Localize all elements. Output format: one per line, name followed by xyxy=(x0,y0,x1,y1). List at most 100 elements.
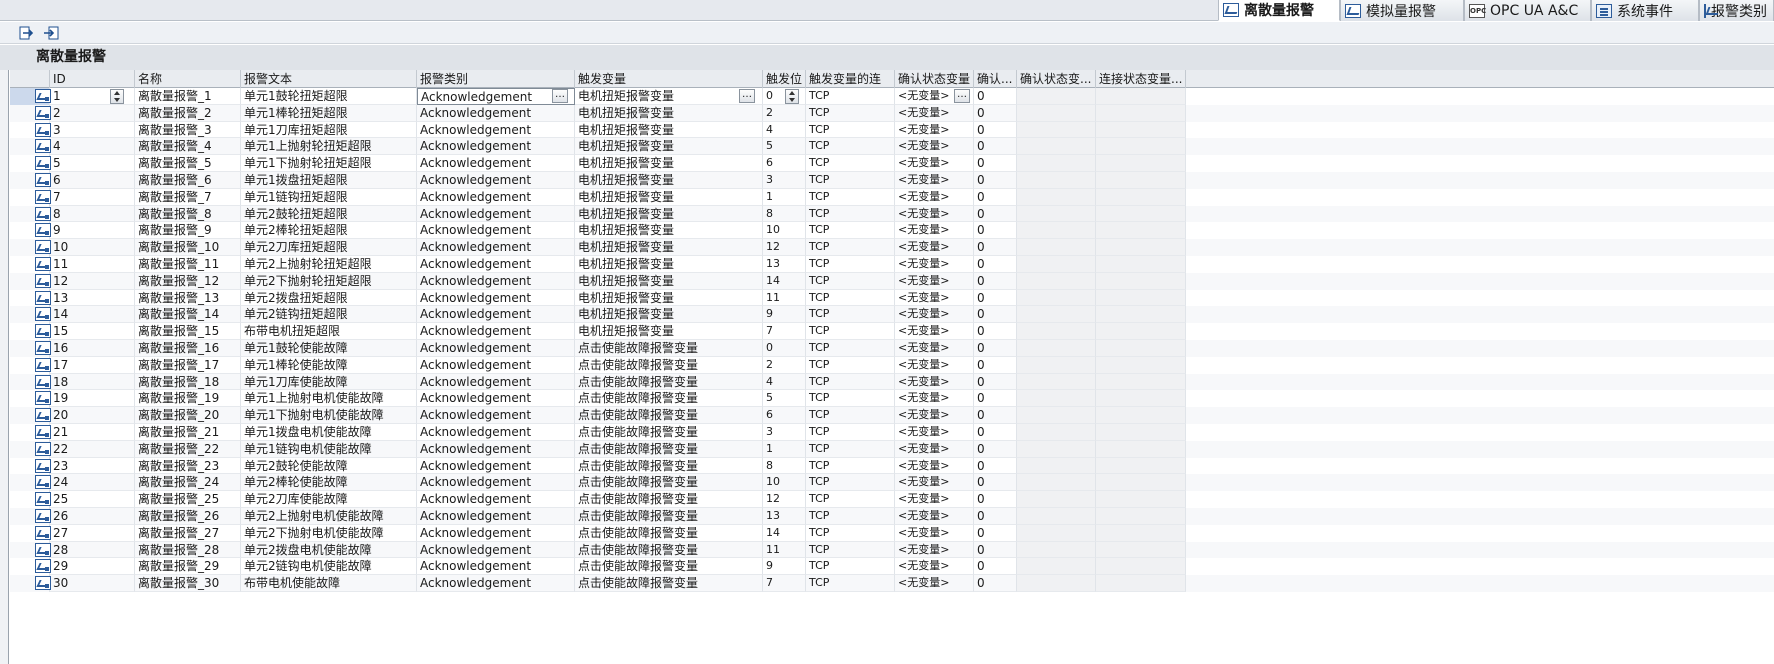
table-row[interactable]: 26 离散量报警_26 单元2上抛射电机使能故障 Acknowledgement 点击使… xyxy=(10,508,1774,525)
cell-ack[interactable]: <无变量> xyxy=(895,440,974,458)
cell-trigger[interactable]: 点击使能故障报警变量 xyxy=(575,474,763,492)
cell-class[interactable]: Acknowledgement xyxy=(417,138,575,156)
cell-ack[interactable]: <无变量> xyxy=(895,172,974,189)
table-row[interactable]: 9 离散量报警_9 单元2棒轮扭矩超限 Acknowledgement 电机扭矩报警变量… xyxy=(10,222,1774,240)
cell-conn[interactable]: TCP xyxy=(806,356,895,374)
cell-ackvar2[interactable] xyxy=(1017,575,1096,592)
cell-ackvar2[interactable] xyxy=(1017,508,1096,525)
cell-text[interactable]: 单元2上抛射轮扭矩超限 xyxy=(241,256,417,273)
cell-name[interactable]: 离散量报警_15 xyxy=(135,323,241,340)
cell-bit[interactable]: 8 xyxy=(763,205,806,223)
cell-name[interactable]: 离散量报警_16 xyxy=(135,340,241,357)
cell-connvar[interactable] xyxy=(1096,457,1186,475)
cell-text[interactable]: 单元2鼓轮扭矩超限 xyxy=(241,205,417,223)
cell-bit[interactable]: 12 xyxy=(763,491,806,508)
cell-conn[interactable]: TCP xyxy=(806,256,895,273)
cell-id[interactable]: 2 xyxy=(50,104,135,122)
cell-ackvar2[interactable] xyxy=(1017,373,1096,391)
table-row[interactable]: 19 离散量报警_19 单元1上抛射电机使能故障 Acknowledgement 点击使… xyxy=(10,390,1774,408)
cell-conn[interactable]: TCP xyxy=(806,121,895,139)
cell-ack[interactable]: <无变量> xyxy=(895,424,974,441)
cell-ackvar2[interactable] xyxy=(1017,541,1096,559)
cell-trigger[interactable]: 点击使能故障报警变量 xyxy=(575,407,763,424)
cell-ackbit[interactable]: 0 xyxy=(974,407,1017,424)
table-row[interactable]: 25 离散量报警_25 单元2刀库使能故障 Acknowledgement 点击使能故障… xyxy=(10,491,1774,508)
cell-ackbit[interactable]: 0 xyxy=(974,558,1017,576)
table-row[interactable]: 4 离散量报警_4 单元1上抛射轮扭矩超限 Acknowledgement 电机扭矩报警… xyxy=(10,138,1774,156)
cell-trigger[interactable]: 点击使能故障报警变量 xyxy=(575,541,763,559)
cell-id[interactable]: 30 xyxy=(50,575,135,592)
cell-name[interactable]: 离散量报警_11 xyxy=(135,256,241,273)
column-header-id[interactable]: ID xyxy=(50,70,135,88)
cell-id[interactable]: 7 xyxy=(50,188,135,206)
cell-name[interactable]: 离散量报警_22 xyxy=(135,440,241,458)
cell-text[interactable]: 单元2拨盘电机使能故障 xyxy=(241,541,417,559)
cell-bit[interactable]: 13 xyxy=(763,256,806,273)
cell-ack[interactable]: <无变量> xyxy=(895,188,974,206)
cell-ack[interactable]: <无变量> xyxy=(895,356,974,374)
cell-id[interactable]: 19 xyxy=(50,390,135,408)
cell-text[interactable]: 单元2鼓轮使能故障 xyxy=(241,457,417,475)
cell-conn[interactable]: TCP xyxy=(806,508,895,525)
cell-bit[interactable]: 5 xyxy=(763,138,806,156)
cell-connvar[interactable] xyxy=(1096,104,1186,122)
cell-name[interactable]: 离散量报警_9 xyxy=(135,222,241,240)
cell-id[interactable]: 5 xyxy=(50,155,135,172)
cell-text[interactable]: 单元1上抛射轮扭矩超限 xyxy=(241,138,417,156)
cell-bit[interactable]: 4 xyxy=(763,373,806,391)
cell-ackvar2[interactable] xyxy=(1017,121,1096,139)
cell-trigger[interactable]: 点击使能故障报警变量 xyxy=(575,508,763,525)
cell-text[interactable]: 单元1链钩扭矩超限 xyxy=(241,188,417,206)
cell-text[interactable]: 单元2刀库扭矩超限 xyxy=(241,239,417,256)
tab-5[interactable]: 报警类别 xyxy=(1699,0,1774,21)
cell-class[interactable]: Acknowledgement xyxy=(417,541,575,559)
table-row[interactable]: 1 离散量报警_1 单元1鼓轮扭矩超限 Acknowledgement 电机扭矩报警变量… xyxy=(10,88,1774,105)
table-row[interactable]: 7 离散量报警_7 单元1链钩扭矩超限 Acknowledgement 电机扭矩报警变量… xyxy=(10,188,1774,206)
table-row[interactable]: 2 离散量报警_2 单元1棒轮扭矩超限 Acknowledgement 电机扭矩报警变量… xyxy=(10,104,1774,122)
tab-1[interactable]: 离散量报警 xyxy=(1218,0,1340,21)
cell-trigger[interactable]: 点击使能故障报警变量 xyxy=(575,390,763,408)
cell-text[interactable]: 单元2棒轮使能故障 xyxy=(241,474,417,492)
cell-ackvar2[interactable] xyxy=(1017,356,1096,374)
cell-bit[interactable]: 11 xyxy=(763,289,806,307)
cell-ackbit[interactable]: 0 xyxy=(974,457,1017,475)
cell-class[interactable]: Acknowledgement xyxy=(417,474,575,492)
cell-ackbit[interactable]: 0 xyxy=(974,256,1017,273)
cell-id[interactable]: 3 xyxy=(50,121,135,139)
cell-conn[interactable]: TCP xyxy=(806,306,895,324)
cell-connvar[interactable] xyxy=(1096,222,1186,240)
cell-text[interactable]: 单元1链钩电机使能故障 xyxy=(241,440,417,458)
cell-trigger[interactable]: 点击使能故障报警变量 xyxy=(575,373,763,391)
table-row[interactable]: 14 离散量报警_14 单元2链钩扭矩超限 Acknowledgement 电机扭矩报警… xyxy=(10,306,1774,324)
cell-ackbit[interactable]: 0 xyxy=(974,491,1017,508)
cell-class[interactable]: Acknowledgement xyxy=(417,407,575,424)
cell-class[interactable]: Acknowledgement xyxy=(417,558,575,576)
cell-ackbit[interactable]: 0 xyxy=(974,138,1017,156)
cell-connvar[interactable] xyxy=(1096,558,1186,576)
column-header-conn[interactable]: 触发变量的连 xyxy=(806,70,895,88)
cell-conn[interactable]: TCP xyxy=(806,222,895,240)
cell-ackvar2[interactable] xyxy=(1017,323,1096,340)
cell-name[interactable]: 离散量报警_18 xyxy=(135,373,241,391)
tab-4[interactable]: 系统事件 xyxy=(1591,0,1699,21)
cell-trigger[interactable]: 点击使能故障报警变量 xyxy=(575,424,763,441)
cell-class[interactable]: Acknowledgement xyxy=(417,256,575,273)
cell-connvar[interactable] xyxy=(1096,306,1186,324)
cell-name[interactable]: 离散量报警_26 xyxy=(135,508,241,525)
cell-bit[interactable]: 9 xyxy=(763,558,806,576)
cell-conn[interactable]: TCP xyxy=(806,390,895,408)
cell-trigger[interactable]: 电机扭矩报警变量 xyxy=(575,88,763,105)
cell-text[interactable]: 单元1下抛射轮扭矩超限 xyxy=(241,155,417,172)
cell-trigger[interactable]: 电机扭矩报警变量 xyxy=(575,306,763,324)
cell-id[interactable]: 14 xyxy=(50,306,135,324)
cell-conn[interactable]: TCP xyxy=(806,541,895,559)
cell-conn[interactable]: TCP xyxy=(806,474,895,492)
column-header-ack[interactable]: 确认状态变量 xyxy=(895,70,974,88)
cell-bit[interactable]: 1 xyxy=(763,440,806,458)
cell-name[interactable]: 离散量报警_21 xyxy=(135,424,241,441)
cell-name[interactable]: 离散量报警_5 xyxy=(135,155,241,172)
export-icon[interactable] xyxy=(42,24,60,42)
cell-conn[interactable]: TCP xyxy=(806,558,895,576)
cell-ackvar2[interactable] xyxy=(1017,491,1096,508)
cell-ackvar2[interactable] xyxy=(1017,524,1096,542)
